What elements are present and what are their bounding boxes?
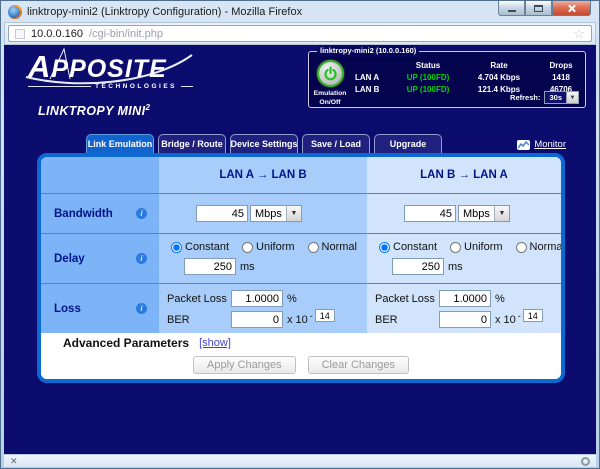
delay-mode-uniform-ab[interactable]: Uniform: [242, 241, 295, 253]
delay-mode-constant-ab[interactable]: Constant: [171, 241, 229, 253]
lan-a-rate: 4.704 Kbps: [461, 73, 537, 82]
link-emulation-panel: LAN A → LAN B LAN B → LAN A Bandwidth Mb…: [37, 153, 565, 383]
browser-window: linktropy-mini2 (Linktropy Configuration…: [0, 0, 600, 469]
tab-bar: Link Emulation Bridge / Route Device Set…: [86, 133, 566, 153]
chevron-down-icon: ▼: [494, 206, 509, 221]
percent-unit: %: [495, 293, 505, 305]
col-drops: Drops: [537, 61, 585, 70]
refresh-label: Refresh:: [510, 93, 540, 102]
clear-changes-button[interactable]: Clear Changes: [308, 356, 409, 374]
bandwidth-input-ab[interactable]: [196, 205, 248, 222]
minimize-icon: [508, 10, 516, 12]
status-panel-legend: linktropy-mini2 (10.0.0.160): [317, 46, 419, 57]
loss-row: Loss Packet Loss % BER x 10 -: [41, 283, 561, 333]
bookmark-star-icon[interactable]: ☆: [573, 27, 585, 40]
direction-header-row: LAN A → LAN B LAN B → LAN A: [41, 157, 561, 193]
info-icon[interactable]: [136, 303, 147, 314]
tab-bridge-route[interactable]: Bridge / Route: [158, 134, 226, 153]
page-content: APPOSITE TECHNOLOGIES LINKTROPY MINI2 li…: [4, 45, 596, 456]
firefox-icon: [8, 5, 22, 19]
info-icon[interactable]: [136, 208, 147, 219]
maximize-button[interactable]: [525, 1, 552, 16]
bandwidth-row: Bandwidth Mbps ▼ Mbps ▼: [41, 193, 561, 233]
power-icon: [322, 65, 339, 82]
col-rate: Rate: [461, 61, 537, 70]
bandwidth-unit-select-ab[interactable]: Mbps ▼: [250, 205, 302, 222]
url-bar[interactable]: 10.0.0.160 /cgi-bin/init.php ☆: [8, 25, 592, 42]
ber-multiplier: x 10: [287, 314, 308, 326]
percent-unit: %: [287, 293, 297, 305]
tab-save-load[interactable]: Save / Load: [302, 134, 370, 153]
delay-unit: ms: [240, 261, 255, 273]
delay-mode-uniform-ba[interactable]: Uniform: [450, 241, 503, 253]
minimize-button[interactable]: [498, 1, 525, 16]
window-controls: [498, 1, 591, 16]
tab-link-emulation[interactable]: Link Emulation: [86, 134, 154, 153]
refresh-select[interactable]: 30s ▼: [544, 91, 579, 104]
emulation-power-button[interactable]: [316, 59, 345, 88]
header-lan-b-to-a: LAN B → LAN A: [367, 157, 561, 193]
bandwidth-unit-select-ba[interactable]: Mbps ▼: [458, 205, 510, 222]
url-host: 10.0.0.160: [31, 28, 83, 40]
logo-text: APPOSITE: [28, 50, 193, 84]
ber-multiplier: x 10: [495, 314, 516, 326]
apposite-logo: APPOSITE TECHNOLOGIES: [28, 50, 193, 90]
chevron-down-icon: ▼: [566, 92, 578, 103]
col-status: Status: [395, 61, 461, 70]
show-link[interactable]: [show]: [199, 337, 231, 349]
delay-mode-normal-ba[interactable]: Normal: [516, 241, 565, 253]
status-panel: linktropy-mini2 (10.0.0.160) Emulation O…: [308, 51, 586, 108]
packet-loss-label: Packet Loss: [167, 293, 231, 305]
close-icon: [567, 4, 576, 13]
maximize-icon: [534, 5, 543, 12]
status-header-row: Status Rate Drops: [351, 59, 585, 71]
advanced-parameters-label: Advanced Parameters: [63, 336, 189, 350]
packet-loss-label: Packet Loss: [375, 293, 439, 305]
delay-row: Delay Constant Uniform Normal ms: [41, 233, 561, 283]
loss-label: Loss: [54, 303, 81, 315]
info-icon[interactable]: [136, 253, 147, 264]
apply-changes-button[interactable]: Apply Changes: [193, 356, 296, 374]
ber-exponent-input-ba[interactable]: [523, 309, 543, 322]
lan-b-status: UP (100FD): [395, 85, 461, 94]
ber-input-ba[interactable]: [439, 311, 491, 328]
lan-a-status: UP (100FD): [395, 73, 461, 82]
ber-exponent-input-ab[interactable]: [315, 309, 335, 322]
status-row-lan-a: LAN A UP (100FD) 4.704 Kbps 1418: [351, 71, 585, 83]
header-lan-a-to-b: LAN A → LAN B: [159, 157, 367, 193]
delay-mode-constant-ba[interactable]: Constant: [379, 241, 437, 253]
delay-input-ab[interactable]: [184, 258, 236, 275]
delay-mode-normal-ab[interactable]: Normal: [308, 241, 357, 253]
bandwidth-label: Bandwidth: [54, 208, 113, 220]
chevron-down-icon: ▼: [286, 206, 301, 221]
ber-label: BER: [167, 314, 231, 326]
ber-input-ab[interactable]: [231, 311, 283, 328]
delay-label: Delay: [54, 253, 85, 265]
addon-bar-close-icon[interactable]: ✕: [10, 457, 18, 466]
lan-a-drops: 1418: [537, 73, 585, 82]
packet-loss-input-ba[interactable]: [439, 290, 491, 307]
advanced-parameters-row: Advanced Parameters [show]: [41, 333, 561, 353]
tab-upgrade[interactable]: Upgrade: [374, 134, 442, 153]
page-icon: [15, 29, 25, 39]
navigation-toolbar: 10.0.0.160 /cgi-bin/init.php ☆: [4, 22, 596, 45]
bandwidth-input-ba[interactable]: [404, 205, 456, 222]
delay-unit: ms: [448, 261, 463, 273]
addon-bar: ✕: [4, 454, 596, 467]
close-button[interactable]: [552, 1, 591, 16]
chart-icon: [517, 140, 530, 150]
tab-device-settings[interactable]: Device Settings: [230, 134, 298, 153]
action-button-row: Apply Changes Clear Changes: [41, 353, 561, 379]
window-title: linktropy-mini2 (Linktropy Configuration…: [27, 6, 302, 18]
monitor-link[interactable]: Monitor: [517, 139, 566, 150]
packet-loss-input-ab[interactable]: [231, 290, 283, 307]
emulation-button-label: Emulation On/Off: [309, 90, 351, 108]
url-path: /cgi-bin/init.php: [89, 28, 163, 40]
ber-label: BER: [375, 314, 439, 326]
product-name: LINKTROPY MINI2: [38, 103, 150, 118]
delay-input-ba[interactable]: [392, 258, 444, 275]
addon-status-icon[interactable]: [581, 457, 590, 466]
